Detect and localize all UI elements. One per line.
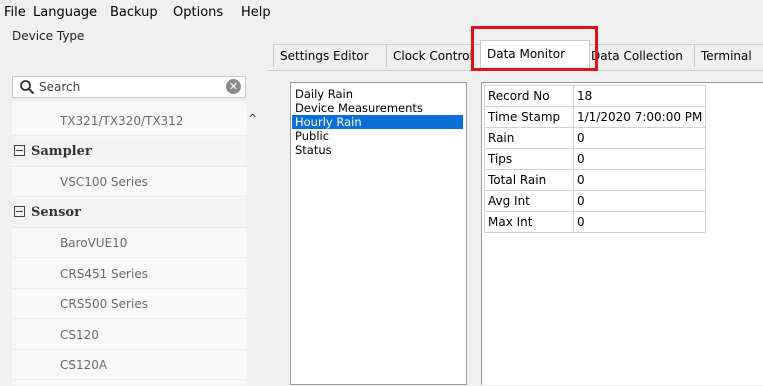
highlight-box: [471, 26, 598, 71]
tree-item-label: Sampler: [31, 143, 92, 159]
table-list-item[interactable]: Device Measurements: [295, 101, 423, 115]
field-value: 0: [572, 169, 707, 191]
menu-language[interactable]: Language: [33, 5, 97, 20]
tree-item-label: CS120: [60, 327, 99, 342]
tab-settings-editor[interactable]: Settings Editor: [273, 44, 393, 67]
tree-group-sensor[interactable]: Sensor: [12, 197, 246, 228]
menu-help[interactable]: Help: [241, 5, 271, 20]
field-value: 0: [572, 148, 707, 170]
tree-item[interactable]: CS120: [12, 319, 246, 350]
collapse-icon[interactable]: [14, 205, 25, 217]
tree-item-label: BaroVUE10: [60, 236, 128, 250]
table-row: Tips 0: [484, 148, 707, 170]
tree-item[interactable]: BaroVUE10: [12, 228, 246, 258]
table-list-item-selected[interactable]: Hourly Rain: [292, 115, 463, 129]
tree-item[interactable]: CRS500 Series: [12, 289, 246, 319]
field-name: Rain: [484, 127, 574, 149]
tab-data-collection[interactable]: Data Collection: [584, 44, 701, 67]
menu-bar: File Language Backup Options Help: [0, 0, 763, 24]
menu-backup[interactable]: Backup: [110, 5, 158, 20]
search-placeholder: Search: [39, 80, 81, 94]
field-name: Max Int: [484, 211, 574, 233]
device-type-tree: TX321/TX320/TX312 Sampler VSC100 Series Sen…: [12, 101, 246, 385]
tree-item[interactable]: CRS451 Series: [12, 258, 246, 289]
tree-item-label: TX321/TX320/TX312: [60, 114, 184, 128]
collapse-icon[interactable]: [14, 144, 25, 156]
table-row: Max Int 0: [484, 211, 707, 233]
table-row: Total Rain 0: [484, 169, 707, 191]
data-table: Record No 18 Time Stamp 1/1/2020 7:00:00 PM…: [484, 85, 707, 233]
table-list-item[interactable]: Daily Rain: [295, 87, 353, 101]
field-value: 1/1/2020 7:00:00 PM: [572, 106, 707, 128]
tree-item[interactable]: VSC100 Series: [12, 167, 246, 197]
tree-item-label: Sensor: [31, 204, 81, 220]
table-row: Avg Int 0: [484, 190, 707, 212]
field-name: Total Rain: [484, 169, 574, 191]
data-grid: Record No 18 Time Stamp 1/1/2020 7:00:00 PM…: [481, 82, 763, 385]
menu-options[interactable]: Options: [173, 5, 223, 20]
tree-item-label: CS120A: [60, 358, 108, 372]
scroll-up-icon[interactable]: ^: [248, 112, 257, 125]
tree-group-sampler[interactable]: Sampler: [12, 136, 246, 167]
tab-terminal[interactable]: Terminal: [694, 44, 763, 67]
field-value: 0: [572, 211, 707, 233]
table-list-item[interactable]: Public: [295, 129, 329, 143]
tree-item-label: CRS500 Series: [60, 297, 148, 311]
menu-file[interactable]: File: [4, 5, 26, 20]
search-icon: [20, 80, 35, 95]
device-type-title: Device Type: [12, 29, 85, 43]
table-list-item[interactable]: Status: [295, 143, 332, 157]
tree-item[interactable]: CS120A: [12, 350, 246, 380]
field-value: 0: [572, 127, 707, 149]
field-name: Record No: [484, 85, 574, 107]
table-row: Rain 0: [484, 127, 707, 149]
tree-item[interactable]: TX321/TX320/TX312: [12, 106, 246, 136]
field-value: 18: [572, 85, 707, 107]
table-row: Time Stamp 1/1/2020 7:00:00 PM: [484, 106, 707, 128]
table-list[interactable]: Daily Rain Device Measurements Hourly Ra…: [290, 82, 467, 385]
field-name: Avg Int: [484, 190, 574, 212]
table-row: Record No 18: [484, 85, 707, 107]
field-name: Time Stamp: [484, 106, 574, 128]
field-value: 0: [572, 190, 707, 212]
tree-item-label: VSC100 Series: [60, 175, 148, 189]
clear-search-icon[interactable]: ✕: [226, 79, 241, 94]
field-name: Tips: [484, 148, 574, 170]
tree-item-label: CRS451 Series: [60, 266, 148, 281]
device-search-input[interactable]: Search ✕: [12, 76, 246, 98]
